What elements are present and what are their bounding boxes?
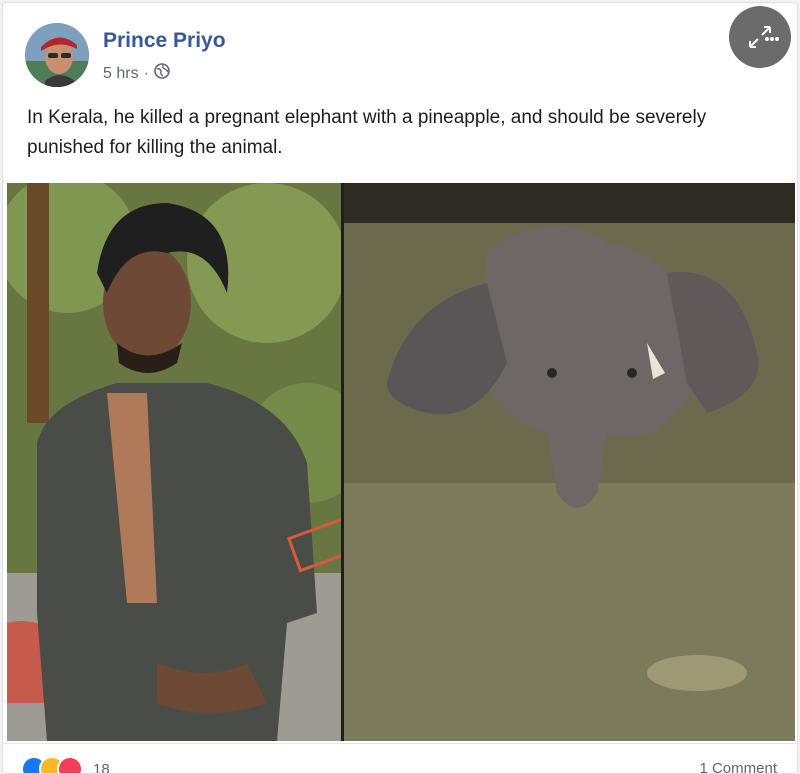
love-icon (57, 756, 83, 773)
meta-separator: · (143, 64, 149, 82)
avatar-image (25, 23, 89, 87)
photo-illustration (3, 173, 795, 741)
reaction-count[interactable]: 18 (93, 761, 110, 774)
author-avatar[interactable] (25, 23, 89, 87)
post-photo[interactable] (3, 173, 795, 741)
post-caption: In Kerala, he killed a pregnant elephant… (27, 107, 707, 158)
comment-count[interactable]: 1 Comment (699, 760, 777, 773)
expand-icon (749, 26, 779, 48)
globe-icon[interactable] (154, 63, 170, 84)
post-time[interactable]: 5 hrs (103, 65, 139, 83)
post-footer: 18 1 Comment (3, 743, 797, 774)
facebook-post: Prince Priyo 5 hrs · In Kerala, he kille… (2, 2, 798, 774)
reactions[interactable]: 18 (21, 756, 110, 774)
post-meta: 5 hrs · (103, 63, 170, 84)
expand-button[interactable] (729, 6, 791, 68)
author-name[interactable]: Prince Priyo (103, 29, 226, 53)
